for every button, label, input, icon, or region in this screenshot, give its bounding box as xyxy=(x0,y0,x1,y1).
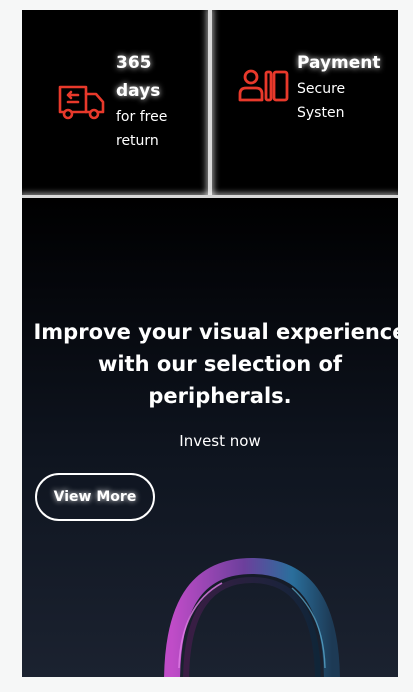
hero-subtitle: Invest now xyxy=(179,432,261,450)
headphones-image xyxy=(164,558,340,677)
hero-banner: Improve your visual experience with our … xyxy=(22,198,398,677)
feature-title: 365 days xyxy=(116,53,161,101)
tile-divider-vertical xyxy=(208,10,212,198)
page-content: 365 days for free return Payment Secure … xyxy=(22,10,398,677)
secure-payment-icon xyxy=(238,69,289,102)
delivery-truck-return-icon xyxy=(58,85,105,120)
feature-subtitle: Secure Systen xyxy=(297,81,346,121)
view-more-button[interactable]: View More xyxy=(35,473,155,521)
feature-tile-payment: Payment Secure Systen xyxy=(215,10,398,196)
feature-title: Payment xyxy=(297,53,381,73)
feature-subtitle: for free return xyxy=(116,109,168,149)
hero-title: Improve your visual experience with our … xyxy=(33,320,398,408)
feature-tiles: 365 days for free return Payment Secure … xyxy=(22,10,398,198)
feature-tile-returns: 365 days for free return xyxy=(22,10,209,196)
